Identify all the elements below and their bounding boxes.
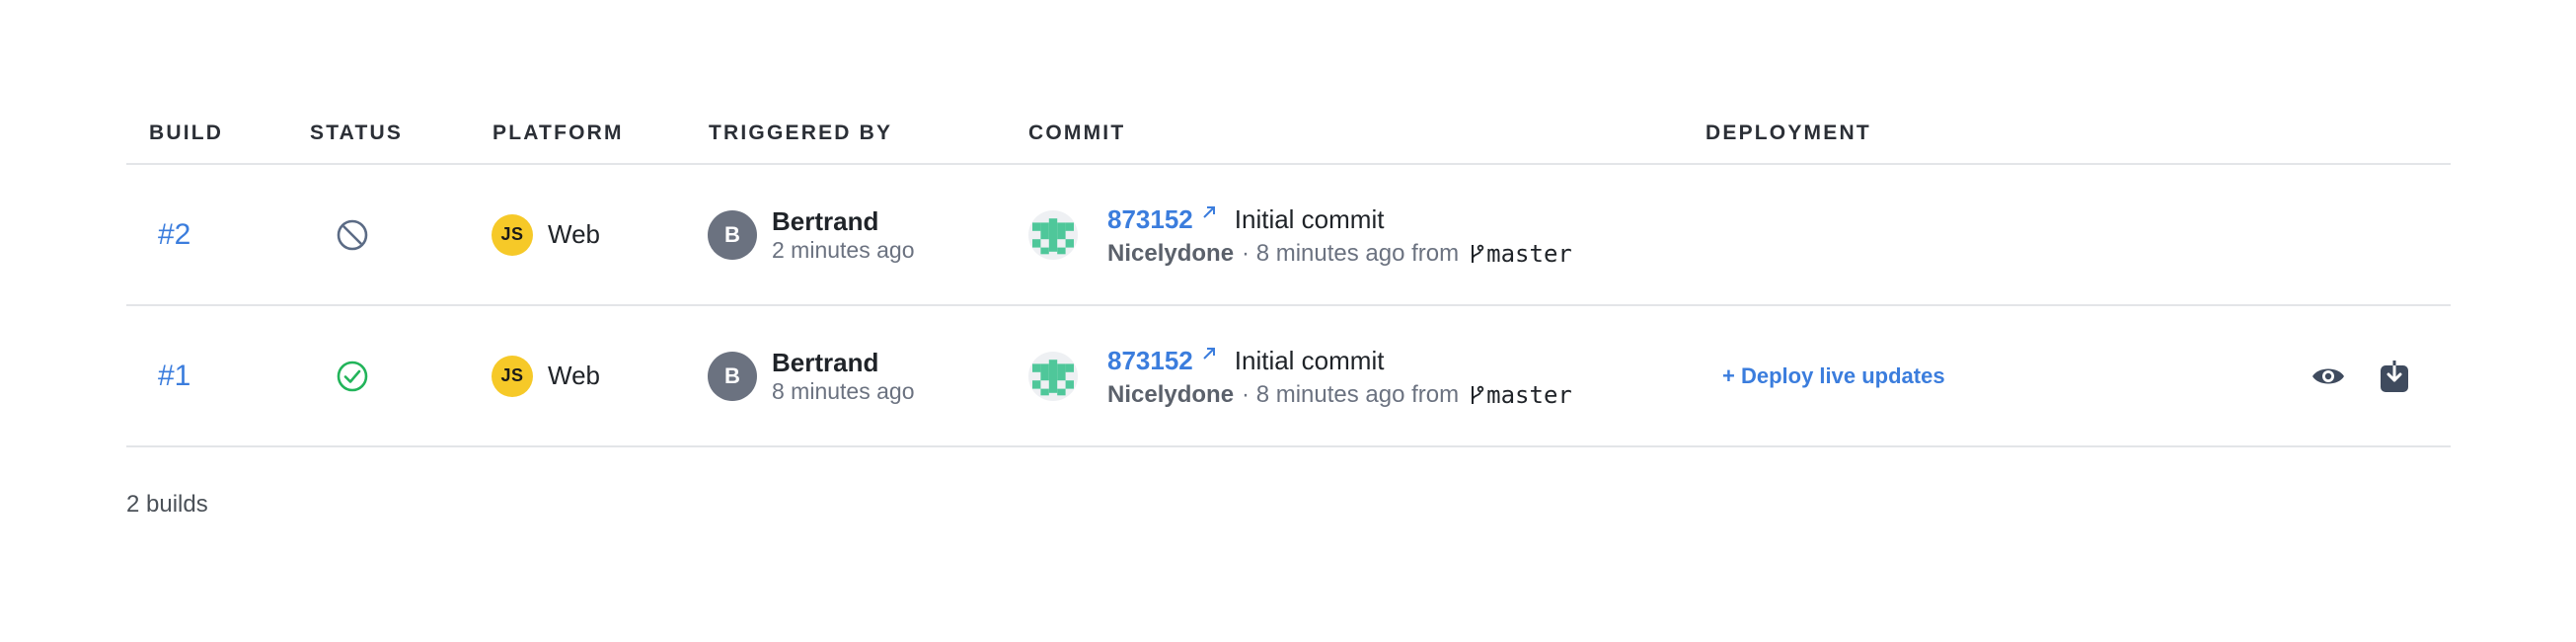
commit-message: Initial commit xyxy=(1234,203,1385,234)
header-triggered-by: TRIGGERED BY xyxy=(709,121,893,144)
header-deployment: DEPLOYMENT xyxy=(1705,121,1871,144)
table-header: BUILD STATUS PLATFORM TRIGGERED BY COMMI… xyxy=(126,94,2451,165)
platform-cell: JS Web xyxy=(492,213,600,256)
header-build: BUILD xyxy=(149,121,224,144)
platform-cell: JS Web xyxy=(492,355,600,397)
header-platform: PLATFORM xyxy=(492,121,624,144)
header-commit: COMMIT xyxy=(1028,121,1126,144)
commit-meta: · 8 minutes ago from xyxy=(1242,239,1460,267)
triggered-time: 2 minutes ago xyxy=(772,236,915,263)
commit-hash-link[interactable]: 873152 xyxy=(1107,202,1193,236)
user-name: Bertrand xyxy=(772,347,879,377)
commit-message: Initial commit xyxy=(1234,345,1385,375)
identicon-icon xyxy=(1032,217,1074,254)
download-icon[interactable] xyxy=(2380,359,2409,393)
eye-icon[interactable] xyxy=(2311,364,2346,388)
avatar: B xyxy=(708,351,757,401)
javascript-icon: JS xyxy=(492,213,533,256)
platform-label: Web xyxy=(548,361,600,390)
commit-author: Nicelydone xyxy=(1107,380,1235,408)
external-link-icon[interactable] xyxy=(1201,346,1217,361)
javascript-icon: JS xyxy=(492,355,533,397)
external-link-icon[interactable] xyxy=(1201,204,1217,220)
commit-author: Nicelydone xyxy=(1107,239,1235,267)
branch-name: master xyxy=(1486,239,1572,268)
avatar: B xyxy=(708,209,757,260)
branch-name: master xyxy=(1486,380,1572,409)
commit-hash-link[interactable]: 873152 xyxy=(1107,344,1193,377)
build-number-link[interactable]: #1 xyxy=(158,360,190,393)
git-branch-icon xyxy=(1472,244,1484,263)
deploy-live-updates-button[interactable]: + Deploy live updates xyxy=(1722,363,1945,389)
commit-cell: 873152 Initial commit Nicelydone · 8 min… xyxy=(1028,202,1572,268)
builds-count: 2 builds xyxy=(126,491,208,518)
commit-meta: · 8 minutes ago from xyxy=(1242,380,1460,408)
canceled-icon xyxy=(337,219,368,250)
identicon-avatar xyxy=(1028,209,1078,260)
user-name: Bertrand xyxy=(772,205,879,236)
triggered-by-cell: B Bertrand 8 minutes ago xyxy=(708,348,914,405)
build-number-link[interactable]: #2 xyxy=(158,218,190,252)
identicon-icon xyxy=(1032,359,1074,395)
git-branch-icon xyxy=(1472,385,1484,404)
triggered-time: 8 minutes ago xyxy=(772,377,915,404)
table-row[interactable]: #1 JS Web B Bertrand 8 minutes ago 87315… xyxy=(126,306,2451,447)
builds-table: BUILD STATUS PLATFORM TRIGGERED BY COMMI… xyxy=(126,94,2451,447)
triggered-by-cell: B Bertrand 2 minutes ago xyxy=(708,206,914,264)
success-check-icon xyxy=(337,361,368,391)
platform-label: Web xyxy=(548,219,600,249)
header-status: STATUS xyxy=(310,121,404,144)
identicon-avatar xyxy=(1028,351,1078,401)
table-row[interactable]: #2 JS Web B Bertrand 2 minutes ago 87315… xyxy=(126,165,2451,306)
commit-cell: 873152 Initial commit Nicelydone · 8 min… xyxy=(1028,344,1572,409)
